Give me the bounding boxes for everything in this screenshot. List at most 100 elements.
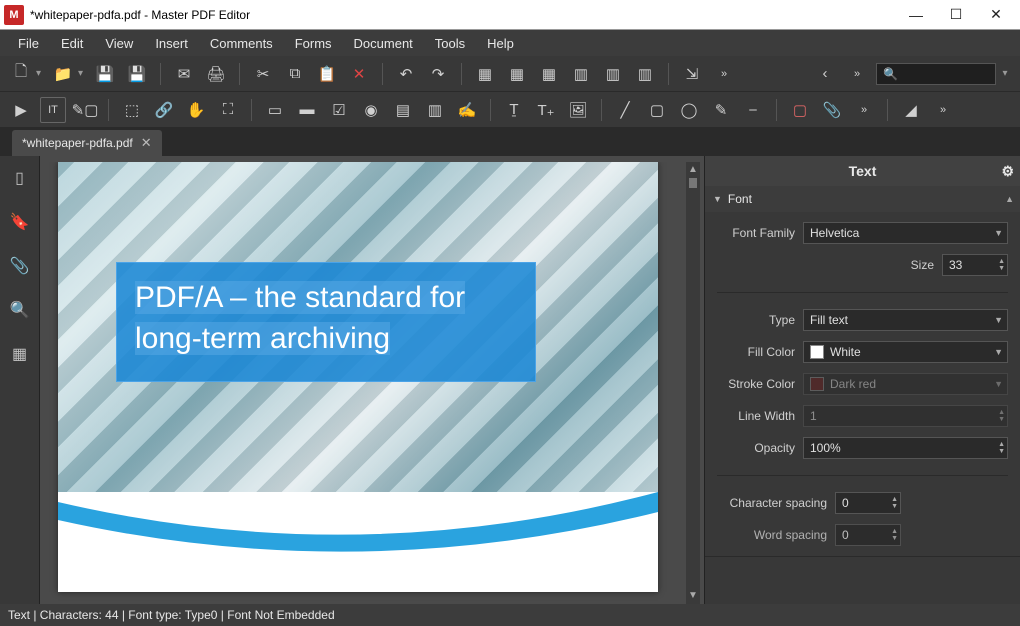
menu-insert[interactable]: Insert xyxy=(145,33,198,54)
edit-text-icon[interactable]: ✎▢ xyxy=(72,97,98,123)
minimize-button[interactable]: — xyxy=(896,1,936,29)
link-icon[interactable]: 🔗 xyxy=(151,97,177,123)
cut-icon[interactable]: ✂ xyxy=(250,61,276,87)
menu-forms[interactable]: Forms xyxy=(285,33,342,54)
align-middle-icon[interactable]: ▥ xyxy=(600,61,626,87)
more-icon[interactable]: » xyxy=(711,61,737,87)
line-icon[interactable]: ╱ xyxy=(612,97,638,123)
open-folder-icon[interactable]: 📁 xyxy=(50,61,76,87)
canvas-viewport[interactable]: PDF/A – the standard for long-term archi… xyxy=(44,162,700,604)
collapse-icon: ▼ xyxy=(713,194,722,204)
delete-icon[interactable]: ✕ xyxy=(346,61,372,87)
attach-icon[interactable]: 📎 xyxy=(819,97,845,123)
align-bottom-icon[interactable]: ▥ xyxy=(632,61,658,87)
image-icon[interactable]: 🖼 xyxy=(565,97,591,123)
font-family-dropdown[interactable]: Helvetica ▼ xyxy=(803,222,1008,244)
close-button[interactable]: ✕ xyxy=(976,1,1016,29)
scroll-down-icon[interactable]: ▼ xyxy=(687,590,699,602)
redo-icon[interactable]: ↷ xyxy=(425,61,451,87)
prev-page-icon[interactable]: ‹ xyxy=(812,61,838,87)
font-section-header[interactable]: ▼ Font ▲ xyxy=(705,186,1020,212)
dropdown-icon[interactable]: ▾ xyxy=(78,68,86,79)
menu-tools[interactable]: Tools xyxy=(425,33,475,54)
word-spacing-spinner[interactable]: 0 ▲▼ xyxy=(835,524,901,546)
char-spacing-label: Character spacing xyxy=(717,496,827,510)
document-tab[interactable]: *whitepaper-pdfa.pdf ✕ xyxy=(12,130,162,156)
search-dropdown-icon[interactable]: ▾ xyxy=(998,68,1012,79)
pointer-icon[interactable]: ▶ xyxy=(8,97,34,123)
undo-icon[interactable]: ↶ xyxy=(393,61,419,87)
highlighter-icon[interactable]: ◢ xyxy=(898,97,924,123)
form-checkbox-icon[interactable]: ☑ xyxy=(326,97,352,123)
spinner-arrows-icon[interactable]: ▲▼ xyxy=(891,528,898,542)
more-annot-icon[interactable]: » xyxy=(930,97,956,123)
fill-type-dropdown[interactable]: Fill text ▼ xyxy=(803,309,1008,331)
save-icon[interactable]: 💾 xyxy=(92,61,118,87)
properties-panel-title: Text ⚙ xyxy=(705,156,1020,186)
spinner-arrows-icon[interactable]: ▲▼ xyxy=(891,496,898,510)
print-icon[interactable]: 🖨 xyxy=(203,61,229,87)
search-panel-icon[interactable]: 🔍 xyxy=(6,296,34,324)
paste-icon[interactable]: 📋 xyxy=(314,61,340,87)
transform-icon[interactable]: ⛶ xyxy=(215,97,241,123)
rectangle-icon[interactable]: ▢ xyxy=(644,97,670,123)
font-section: ▼ Font ▲ Font Family Helvetica ▼ Size 33 xyxy=(705,186,1020,557)
spinner-arrows-icon[interactable]: ▲▼ xyxy=(998,258,1005,272)
stroke-color-label: Stroke Color xyxy=(717,377,795,391)
new-file-icon[interactable]: 🗋 xyxy=(8,61,34,87)
pages-panel-icon[interactable]: ▯ xyxy=(6,164,34,192)
scroll-up-indicator-icon[interactable]: ▲ xyxy=(1005,194,1014,204)
form-combo-icon[interactable]: ▥ xyxy=(422,97,448,123)
distribute-icon[interactable]: ⇲ xyxy=(679,61,705,87)
align-center-icon[interactable]: ▦ xyxy=(504,61,530,87)
maximize-button[interactable]: ☐ xyxy=(936,1,976,29)
fill-color-dropdown[interactable]: White ▼ xyxy=(803,341,1008,363)
form-text-icon[interactable]: ▭ xyxy=(262,97,288,123)
char-spacing-spinner[interactable]: 0 ▲▼ xyxy=(835,492,901,514)
font-section-body: Font Family Helvetica ▼ Size 33 ▲▼ Type xyxy=(705,212,1020,556)
more-nav-icon[interactable]: » xyxy=(844,61,870,87)
menu-view[interactable]: View xyxy=(95,33,143,54)
scroll-up-icon[interactable]: ▲ xyxy=(687,164,699,176)
highlight-icon[interactable]: ⎯ xyxy=(740,97,766,123)
spinner-arrows-icon[interactable]: ▲▼ xyxy=(998,441,1005,455)
copy-icon[interactable]: ⧉ xyxy=(282,61,308,87)
selected-text-box[interactable]: PDF/A – the standard for long-term archi… xyxy=(116,262,536,382)
align-left-icon[interactable]: ▦ xyxy=(472,61,498,87)
dropdown-icon[interactable]: ▾ xyxy=(36,68,44,79)
menu-edit[interactable]: Edit xyxy=(51,33,93,54)
align-right-icon[interactable]: ▦ xyxy=(536,61,562,87)
separator xyxy=(668,63,669,85)
attachments-panel-icon[interactable]: 📎 xyxy=(6,252,34,280)
hand-icon[interactable]: ✋ xyxy=(183,97,209,123)
layers-panel-icon[interactable]: ▦ xyxy=(6,340,34,368)
font-size-spinner[interactable]: 33 ▲▼ xyxy=(942,254,1008,276)
search-input[interactable]: 🔍 xyxy=(876,63,996,85)
document-page[interactable]: PDF/A – the standard for long-term archi… xyxy=(58,162,658,592)
bookmarks-panel-icon[interactable]: 🔖 xyxy=(6,208,34,236)
typewriter-icon[interactable]: T₊ xyxy=(533,97,559,123)
add-text-icon[interactable]: Ṯ xyxy=(501,97,527,123)
email-icon[interactable]: ✉ xyxy=(171,61,197,87)
menu-file[interactable]: File xyxy=(8,33,49,54)
menu-document[interactable]: Document xyxy=(344,33,423,54)
form-button-icon[interactable]: ▬ xyxy=(294,97,320,123)
align-top-icon[interactable]: ▥ xyxy=(568,61,594,87)
form-list-icon[interactable]: ▤ xyxy=(390,97,416,123)
save-as-icon[interactable]: 💾 xyxy=(124,61,150,87)
scrollbar-thumb[interactable] xyxy=(689,178,697,188)
vertical-scrollbar[interactable]: ▲ ▼ xyxy=(686,162,700,604)
menu-help[interactable]: Help xyxy=(477,33,524,54)
ellipse-icon[interactable]: ◯ xyxy=(676,97,702,123)
form-radio-icon[interactable]: ◉ xyxy=(358,97,384,123)
more-tools-icon[interactable]: » xyxy=(851,97,877,123)
panel-settings-icon[interactable]: ⚙ xyxy=(1001,163,1014,180)
select-object-icon[interactable]: ⬚ xyxy=(119,97,145,123)
opacity-spinner[interactable]: 100% ▲▼ xyxy=(803,437,1008,459)
menu-comments[interactable]: Comments xyxy=(200,33,283,54)
text-select-icon[interactable]: IT xyxy=(40,97,66,123)
tab-close-icon[interactable]: ✕ xyxy=(141,135,152,151)
note-icon[interactable]: ▢ xyxy=(787,97,813,123)
pencil-icon[interactable]: ✎ xyxy=(708,97,734,123)
form-sign-icon[interactable]: ✍ xyxy=(454,97,480,123)
